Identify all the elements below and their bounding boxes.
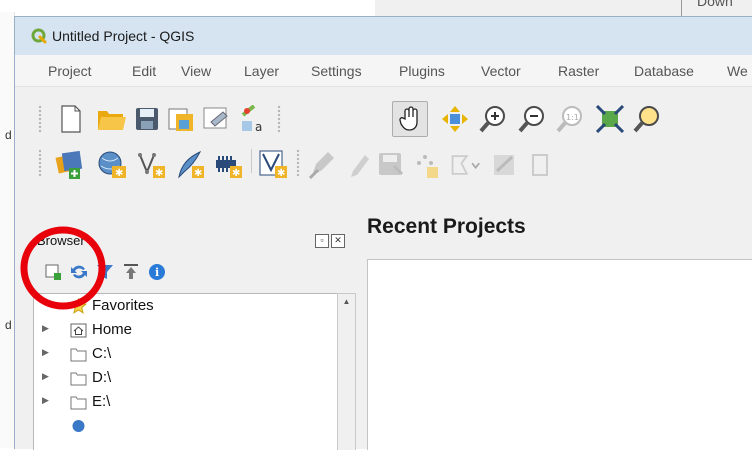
menu-project[interactable]: Project xyxy=(48,63,92,79)
tree-item-label: Home xyxy=(92,321,133,338)
recent-projects-list[interactable] xyxy=(367,259,752,450)
zoom-out-icon[interactable] xyxy=(516,103,548,135)
zoom-full-icon[interactable] xyxy=(594,103,626,135)
menu-layer[interactable]: Layer xyxy=(244,63,279,79)
svg-text:a: a xyxy=(255,120,262,133)
toolbar-grip[interactable] xyxy=(277,105,281,133)
tree-item-label: C:\ xyxy=(92,345,112,362)
save-project-icon[interactable] xyxy=(131,103,163,135)
save-edits-icon[interactable] xyxy=(375,149,407,181)
data-source-manager-icon[interactable] xyxy=(55,149,87,181)
file-toolbar: a 1:1 xyxy=(15,97,752,141)
window-title: Untitled Project - QGIS xyxy=(52,28,195,44)
menu-settings[interactable]: Settings xyxy=(311,63,362,79)
tree-item-label: E:\ xyxy=(92,393,111,410)
new-shapefile-icon[interactable]: ✱ xyxy=(175,149,207,181)
svg-text:✱: ✱ xyxy=(277,168,285,179)
tree-item-d-drive[interactable]: ▶ D:\ xyxy=(34,366,334,390)
expand-arrow-icon[interactable]: ▶ xyxy=(42,323,49,334)
new-project-icon[interactable] xyxy=(55,103,87,135)
browser-scrollbar[interactable]: ▲ xyxy=(337,293,356,450)
tree-item-label: D:\ xyxy=(92,369,112,386)
folder-icon xyxy=(70,396,87,410)
print-composer-icon[interactable] xyxy=(201,103,233,135)
tree-item-c-drive[interactable]: ▶ C:\ xyxy=(34,342,334,366)
edit-pencil-icon[interactable] xyxy=(307,149,339,181)
menu-raster[interactable]: Raster xyxy=(558,63,599,79)
add-feature-icon[interactable] xyxy=(411,149,443,181)
recent-projects-title: Recent Projects xyxy=(367,215,526,238)
add-wms-layer-icon[interactable]: ✱ xyxy=(96,149,128,181)
background-text: Down xyxy=(697,0,733,9)
layers-toolbar: ✱ ✱ ✱ ✱ ✱ xyxy=(15,141,752,185)
node-tool-icon[interactable] xyxy=(449,149,481,181)
menu-plugins[interactable]: Plugins xyxy=(399,63,445,79)
close-panel-icon[interactable]: ✕ xyxy=(331,234,345,248)
svg-text:✱: ✱ xyxy=(232,168,240,179)
menu-view[interactable]: View xyxy=(181,63,211,79)
style-manager-icon[interactable]: a xyxy=(237,103,269,135)
expand-arrow-icon[interactable]: ▶ xyxy=(42,371,49,382)
highlight-circle xyxy=(20,226,106,310)
toolbar-grip[interactable] xyxy=(296,149,300,177)
open-project-icon[interactable] xyxy=(96,103,128,135)
tree-item-partial[interactable] xyxy=(34,414,334,438)
menu-database[interactable]: Database xyxy=(634,63,694,79)
menu-bar: Project Edit View Layer Settings Plugins… xyxy=(15,55,752,87)
browser-tree: Favorites ▶ Home ▶ C:\ ▶ D:\ ▶ E:\ xyxy=(33,293,339,450)
background-window-strip: Down xyxy=(375,0,752,17)
svg-text:✱: ✱ xyxy=(194,168,202,179)
toolbar-grip[interactable] xyxy=(38,149,42,177)
background-left-edge: d d xyxy=(0,12,15,448)
background-separator xyxy=(681,0,682,16)
digitize-icon[interactable]: ✱ xyxy=(258,149,290,181)
add-vector-layer-icon[interactable]: ✱ xyxy=(136,149,168,181)
info-icon[interactable]: i xyxy=(147,262,167,282)
title-bar: Untitled Project - QGIS xyxy=(15,17,752,55)
save-as-icon[interactable] xyxy=(165,103,197,135)
menu-edit[interactable]: Edit xyxy=(132,63,156,79)
tree-item-e-drive[interactable]: ▶ E:\ xyxy=(34,390,334,414)
menu-web[interactable]: We xyxy=(727,63,748,79)
zoom-native-icon[interactable]: 1:1 xyxy=(554,103,586,135)
scroll-up-arrow-icon[interactable]: ▲ xyxy=(338,294,355,310)
tree-item-home[interactable]: ▶ Home xyxy=(34,318,334,342)
home-folder-icon xyxy=(70,323,87,338)
svg-text:✱: ✱ xyxy=(115,168,123,179)
collapse-all-icon[interactable] xyxy=(121,262,141,282)
background-letter: d xyxy=(5,318,12,332)
delete-selected-icon[interactable] xyxy=(490,149,522,181)
svg-text:1:1: 1:1 xyxy=(566,113,579,122)
expand-arrow-icon[interactable]: ▶ xyxy=(42,395,49,406)
svg-text:i: i xyxy=(155,266,159,279)
menu-vector[interactable]: Vector xyxy=(481,63,521,79)
edit-pencil-icon[interactable] xyxy=(343,149,375,181)
qgis-logo-icon xyxy=(31,28,47,44)
pan-to-selection-icon[interactable] xyxy=(439,103,471,135)
folder-icon xyxy=(70,348,87,362)
folder-icon xyxy=(70,372,87,386)
toolbar-grip[interactable] xyxy=(38,105,42,133)
float-panel-icon[interactable]: ▫ xyxy=(315,234,329,248)
globe-icon xyxy=(72,420,85,432)
background-letter: d xyxy=(5,128,12,142)
qgis-window: Untitled Project - QGIS Project Edit Vie… xyxy=(14,16,752,450)
add-raster-layer-icon[interactable]: ✱ xyxy=(213,149,245,181)
pan-icon[interactable] xyxy=(392,101,428,137)
toolbar-separator xyxy=(251,149,252,173)
svg-text:✱: ✱ xyxy=(155,168,163,179)
zoom-in-icon[interactable] xyxy=(477,103,509,135)
expand-arrow-icon[interactable]: ▶ xyxy=(42,347,49,358)
delete-selected-icon[interactable] xyxy=(525,149,557,181)
zoom-to-layer-icon[interactable] xyxy=(631,103,663,135)
